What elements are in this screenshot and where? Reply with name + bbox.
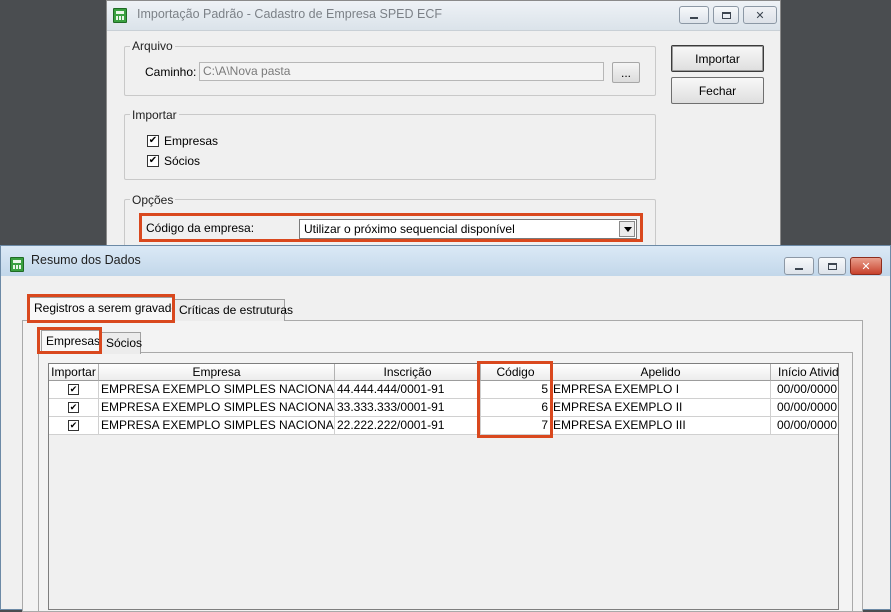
- apelido-cell: EMPRESA EXEMPLO III: [551, 417, 771, 435]
- empresas-checkbox-label: Empresas: [164, 134, 219, 148]
- empresas-grid[interactable]: Importar Empresa Inscrição Código Apelid…: [48, 363, 839, 610]
- grid-header: Importar Empresa Inscrição Código Apelid…: [49, 364, 838, 381]
- import-window-titlebar[interactable]: Importação Padrão - Cadastro de Empresa …: [107, 1, 780, 31]
- importar-cell: ✔: [49, 381, 99, 399]
- row-checkbox[interactable]: ✔: [68, 384, 79, 395]
- resumo-window-titlebar[interactable]: Resumo dos Dados ✕: [1, 246, 890, 276]
- importar-cell: ✔: [49, 399, 99, 417]
- import-window-title: Importação Padrão - Cadastro de Empresa …: [137, 7, 442, 21]
- browse-button[interactable]: ...: [612, 62, 640, 83]
- fechar-button[interactable]: Fechar: [671, 77, 764, 104]
- inicio-atividade-cell: 00/00/0000: [771, 381, 838, 399]
- caminho-input[interactable]: C:\A\Nova pasta: [199, 62, 604, 81]
- importar-legend: Importar: [130, 108, 179, 122]
- minimize-icon: [690, 17, 698, 19]
- maximize-button[interactable]: [713, 6, 739, 24]
- empresa-cell: EMPRESA EXEMPLO SIMPLES NACIONAL LTDA: [99, 381, 335, 399]
- close-icon: ✕: [861, 260, 871, 273]
- opcoes-legend: Opções: [130, 193, 176, 207]
- highlight-tab-registros: [27, 294, 175, 323]
- apelido-cell: EMPRESA EXEMPLO II: [551, 399, 771, 417]
- column-header-empresa[interactable]: Empresa: [99, 364, 335, 381]
- empresa-cell: EMPRESA EXEMPLO SIMPLES NACIONAL LTDA: [99, 399, 335, 417]
- importar-cell: ✔: [49, 417, 99, 435]
- inicio-atividade-cell: 00/00/0000: [771, 399, 838, 417]
- app-icon: [113, 8, 127, 23]
- close-button[interactable]: ✕: [743, 6, 777, 24]
- socios-checkbox-label: Sócios: [164, 154, 201, 168]
- import-window: Importação Padrão - Cadastro de Empresa …: [106, 0, 781, 269]
- column-header-inscricao[interactable]: Inscrição: [335, 364, 481, 381]
- tab-socios[interactable]: Sócios: [101, 332, 142, 354]
- maximize-icon: [721, 11, 731, 19]
- inscricao-cell: 33.333.333/0001-91: [335, 399, 481, 417]
- table-row[interactable]: ✔ EMPRESA EXEMPLO SIMPLES NACIONAL LTDA …: [49, 399, 838, 417]
- highlight-codigo-column: [477, 361, 553, 438]
- tab-criticas[interactable]: Críticas de estruturas: [174, 299, 293, 321]
- socios-checkbox[interactable]: ✔: [147, 155, 159, 167]
- table-row[interactable]: ✔ EMPRESA EXEMPLO SIMPLES NACIONAL LTDA …: [49, 417, 838, 435]
- table-row[interactable]: ✔ EMPRESA EXEMPLO SIMPLES NACIONAL LTDA …: [49, 381, 838, 399]
- empresa-cell: EMPRESA EXEMPLO SIMPLES NACIONAL LTDA: [99, 417, 335, 435]
- row-checkbox[interactable]: ✔: [68, 420, 79, 431]
- close-icon: ✕: [755, 9, 765, 22]
- column-header-importar[interactable]: Importar: [49, 364, 99, 381]
- maximize-button[interactable]: [818, 257, 846, 275]
- column-header-inicio-atividade[interactable]: Início Atividade: [771, 364, 838, 381]
- importar-button[interactable]: Importar: [671, 45, 764, 72]
- arquivo-legend: Arquivo: [130, 39, 175, 53]
- app-icon: [10, 257, 24, 272]
- maximize-icon: [827, 262, 837, 270]
- close-button[interactable]: ✕: [850, 257, 882, 275]
- caminho-label: Caminho:: [145, 65, 197, 79]
- inicio-atividade-cell: 00/00/0000: [771, 417, 838, 435]
- minimize-button[interactable]: [679, 6, 709, 24]
- inscricao-cell: 22.222.222/0001-91: [335, 417, 481, 435]
- row-checkbox[interactable]: ✔: [68, 402, 79, 413]
- apelido-cell: EMPRESA EXEMPLO I: [551, 381, 771, 399]
- resumo-window-title: Resumo dos Dados: [31, 253, 141, 267]
- column-header-apelido[interactable]: Apelido: [551, 364, 771, 381]
- highlight-codigo-empresa: [139, 213, 643, 242]
- minimize-icon: [795, 268, 803, 270]
- empresas-checkbox[interactable]: ✔: [147, 135, 159, 147]
- minimize-button[interactable]: [784, 257, 814, 275]
- inscricao-cell: 44.444.444/0001-91: [335, 381, 481, 399]
- highlight-tab-empresas: [37, 327, 102, 354]
